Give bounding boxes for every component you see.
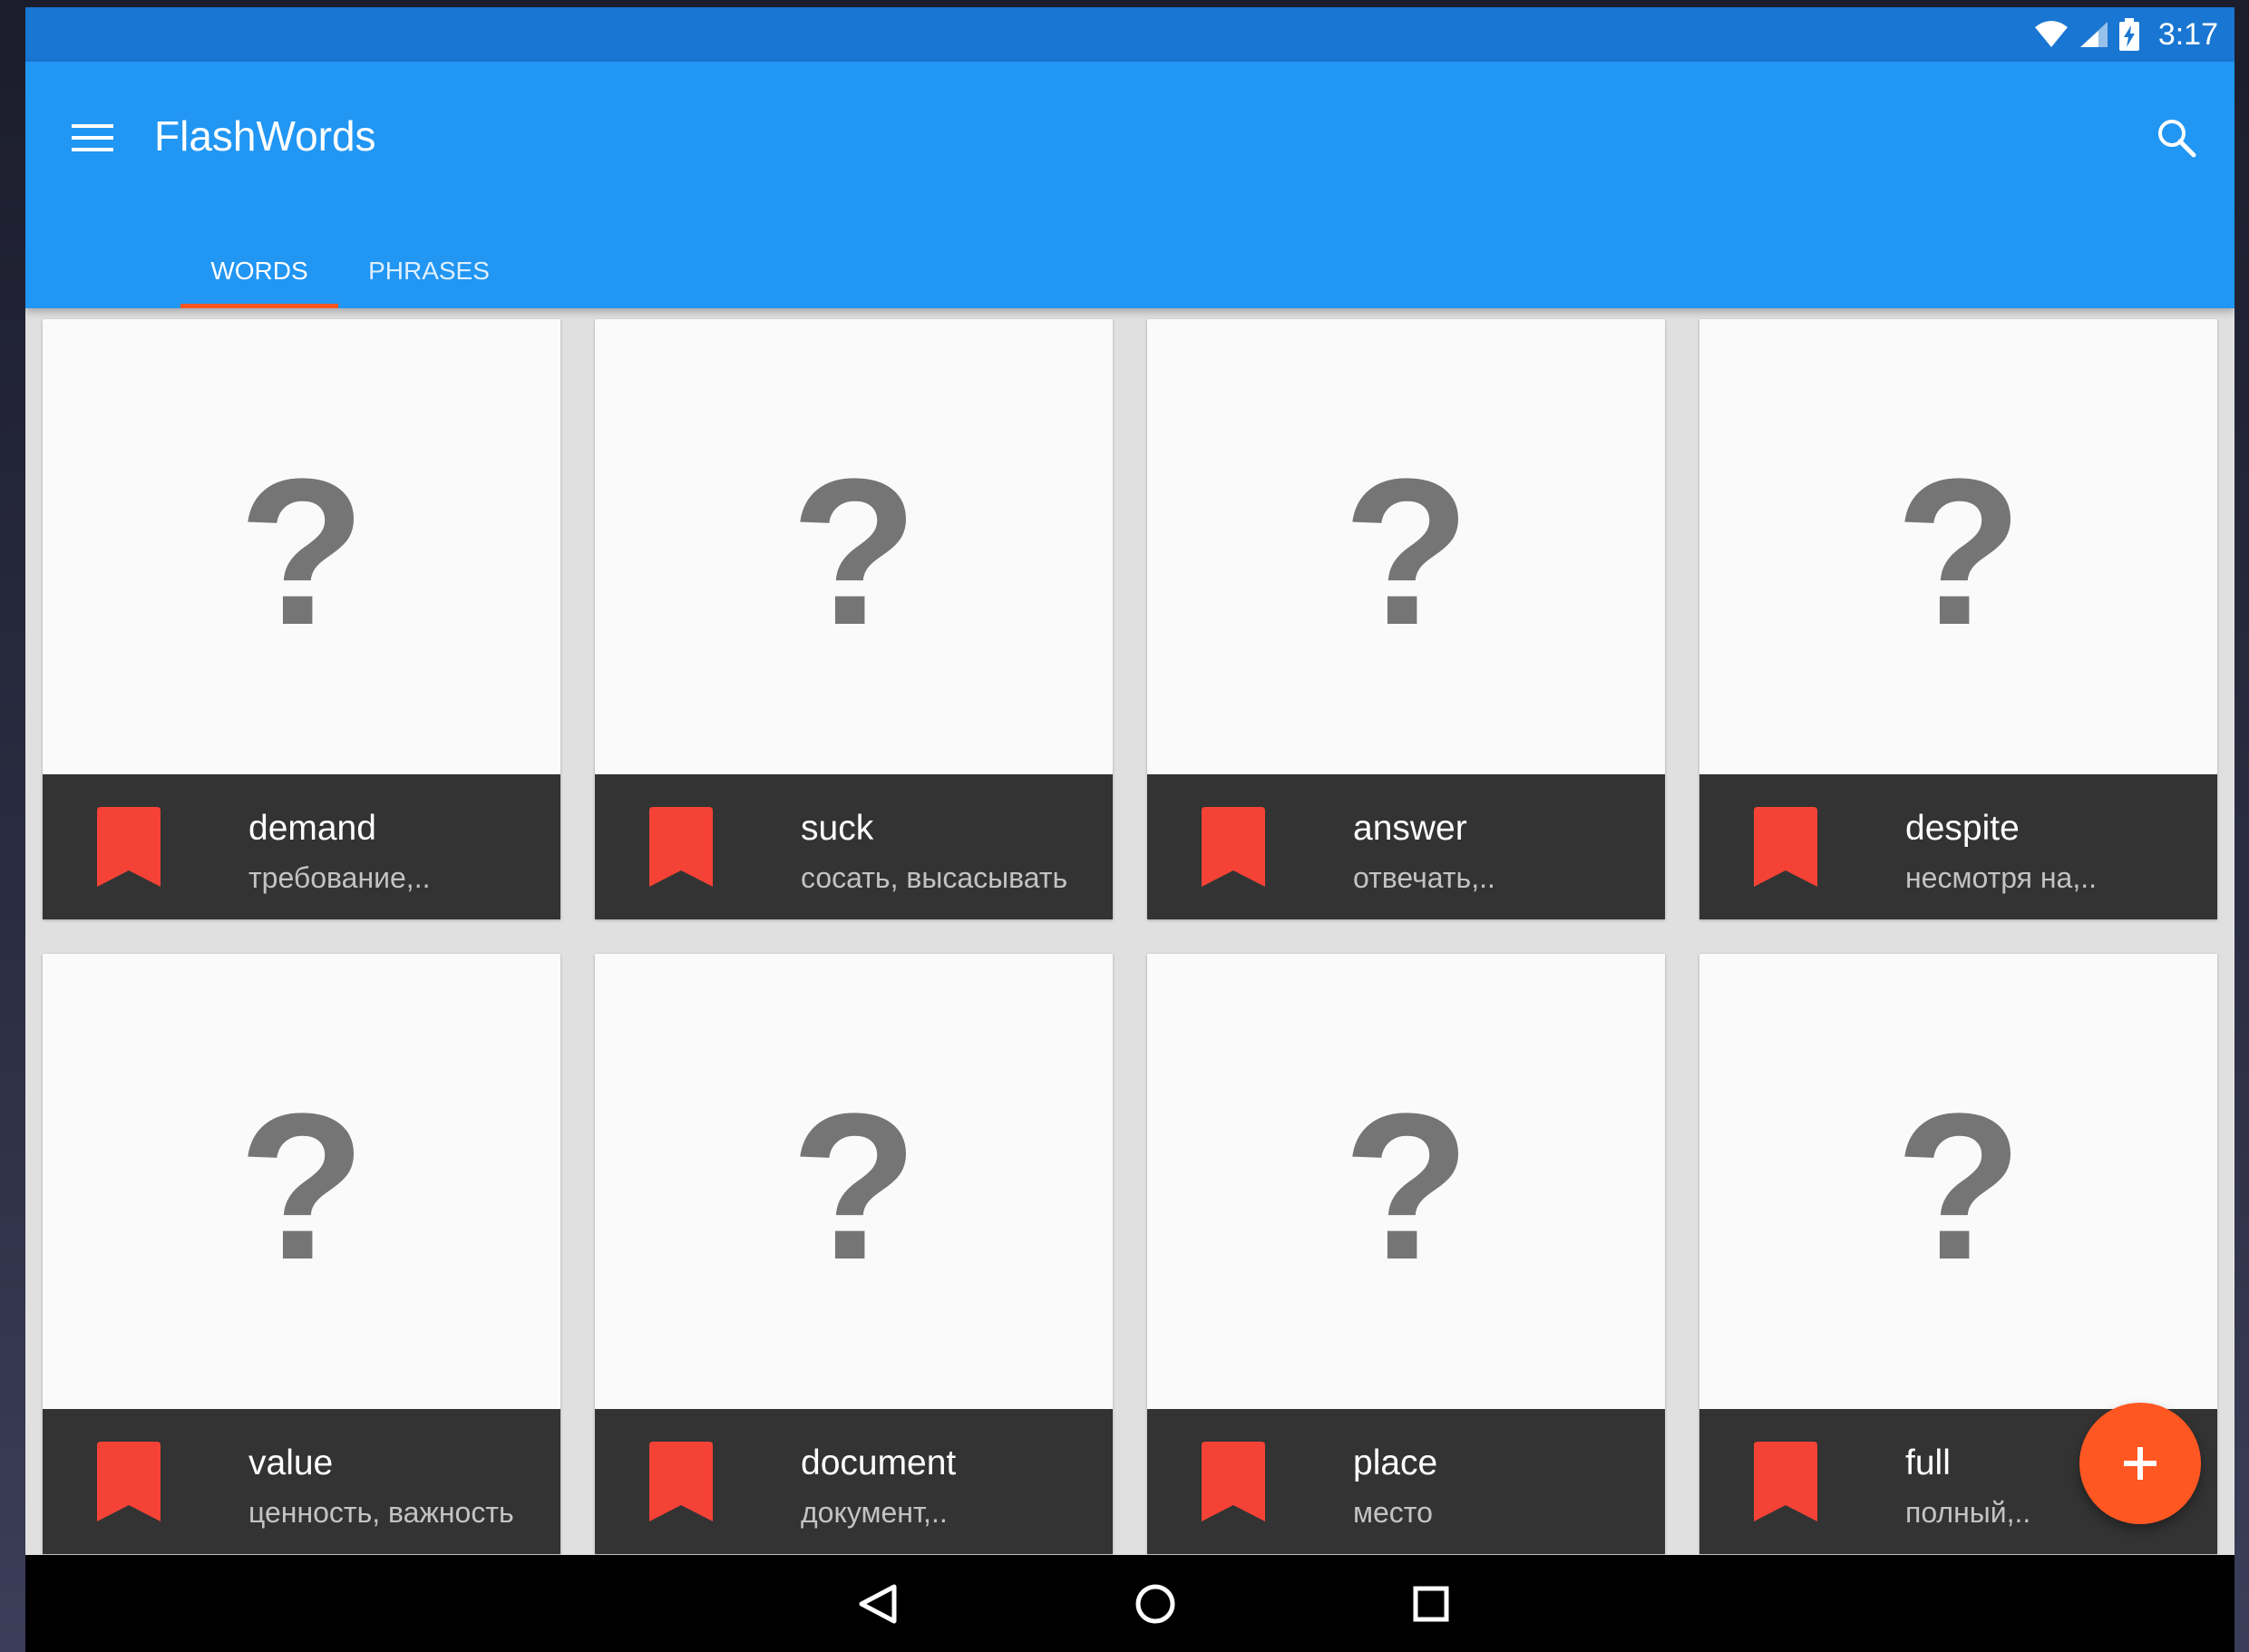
word-card[interactable]: ? suck сосать, высасывать [595,319,1113,919]
card-word: place [1353,1443,1438,1482]
placeholder-glyph: ? [1352,461,1461,633]
status-icons: 3:17 [2033,7,2218,62]
placeholder-glyph: ? [800,1095,909,1268]
question-mark-icon: ? [1352,1095,1461,1268]
card-image-placeholder: ? [1699,319,2217,774]
card-footer: despite несмотря на,.. [1699,774,2217,919]
tab-phrases[interactable]: PHRASES [338,234,520,308]
app-bar: FlashWords WORDS PHRASES [25,62,2234,308]
tab-indicator [180,304,338,308]
card-footer: answer отвечать,.. [1147,774,1665,919]
hamburger-menu-icon [72,124,113,151]
placeholder-glyph: ? [248,1095,356,1268]
add-word-fab[interactable] [2079,1403,2201,1524]
card-image-placeholder: ? [595,954,1113,1409]
bookmark-icon[interactable] [649,807,713,887]
card-word: suck [801,809,874,848]
wifi-icon [2034,21,2068,47]
home-circle-icon [1135,1584,1175,1624]
menu-button[interactable] [62,107,123,169]
tab-words-label: WORDS [210,257,308,285]
bookmark-icon[interactable] [97,807,161,887]
card-image-placeholder: ? [1147,319,1665,774]
card-word: despite [1905,809,2020,848]
card-image-placeholder: ? [43,319,560,774]
bookmark-icon[interactable] [1202,807,1265,887]
question-mark-icon: ? [800,461,909,633]
back-button[interactable] [845,1571,910,1637]
card-word: answer [1353,809,1467,848]
card-word: document [801,1443,957,1482]
card-translation: несмотря на,.. [1905,861,2098,894]
card-footer: demand требование,.. [43,774,560,919]
card-translation: место [1353,1496,1433,1529]
question-mark-icon: ? [1352,461,1461,633]
back-triangle-icon [859,1584,897,1624]
cellular-signal-icon [2079,22,2108,47]
app-title: FlashWords [154,112,376,160]
placeholder-glyph: ? [1352,1095,1461,1268]
tab-words[interactable]: WORDS [180,234,338,308]
question-mark-icon: ? [248,1095,356,1268]
placeholder-glyph: ? [1904,1095,2013,1268]
tab-phrases-label: PHRASES [368,257,490,285]
bookmark-icon[interactable] [1754,807,1817,887]
card-word: demand [248,809,376,848]
question-mark-icon: ? [1904,461,2013,633]
card-image-placeholder: ? [595,319,1113,774]
word-card[interactable]: ? answer отвечать,.. [1147,319,1665,919]
word-card[interactable]: ? value ценность, важность [43,954,560,1554]
recents-button[interactable] [1398,1571,1464,1637]
card-translation: отвечать,.. [1353,861,1495,894]
placeholder-glyph: ? [800,461,909,633]
card-word: full [1905,1443,1951,1482]
search-icon [2158,120,2196,158]
bookmark-icon[interactable] [1754,1442,1817,1521]
word-card[interactable]: ? document документ,.. [595,954,1113,1554]
question-mark-icon: ? [248,461,356,633]
bookmark-icon[interactable] [1202,1442,1265,1521]
status-bar: 3:17 [25,7,2234,62]
recents-square-icon [1413,1586,1449,1622]
tab-bar: WORDS PHRASES [180,234,520,308]
home-button[interactable] [1123,1571,1188,1637]
card-word: value [248,1443,334,1482]
bookmark-icon[interactable] [649,1442,713,1521]
word-card[interactable]: ? demand требование,.. [43,319,560,919]
card-translation: сосать, высасывать [801,861,1068,894]
device-screen: 3:17 FlashWords WORDS PHRASES demand тре… [25,7,2234,1652]
word-card[interactable]: ? place место [1147,954,1665,1554]
card-image-placeholder: ? [1699,954,2217,1409]
status-time: 3:17 [2157,16,2218,52]
card-translation: документ,.. [801,1496,948,1529]
placeholder-glyph: ? [248,461,356,633]
battery-charging-icon [2118,18,2139,51]
bookmark-icon[interactable] [97,1442,161,1521]
navigation-bar [25,1555,2234,1652]
card-translation: ценность, важность [248,1496,514,1529]
card-footer: value ценность, важность [43,1409,560,1554]
card-footer: suck сосать, высасывать [595,774,1113,919]
card-footer: place место [1147,1409,1665,1554]
card-image-placeholder: ? [1147,954,1665,1409]
word-card-grid: ? demand требование,.. ? suck сосать, вы… [43,319,2217,1554]
word-card[interactable]: ? despite несмотря на,.. [1699,319,2217,919]
card-footer: document документ,.. [595,1409,1113,1554]
add-icon [2124,1447,2157,1480]
placeholder-glyph: ? [1904,461,2013,633]
question-mark-icon: ? [800,1095,909,1268]
card-translation: требование,.. [248,861,431,894]
search-button[interactable] [2146,107,2207,169]
card-image-placeholder: ? [43,954,560,1409]
question-mark-icon: ? [1904,1095,2013,1268]
